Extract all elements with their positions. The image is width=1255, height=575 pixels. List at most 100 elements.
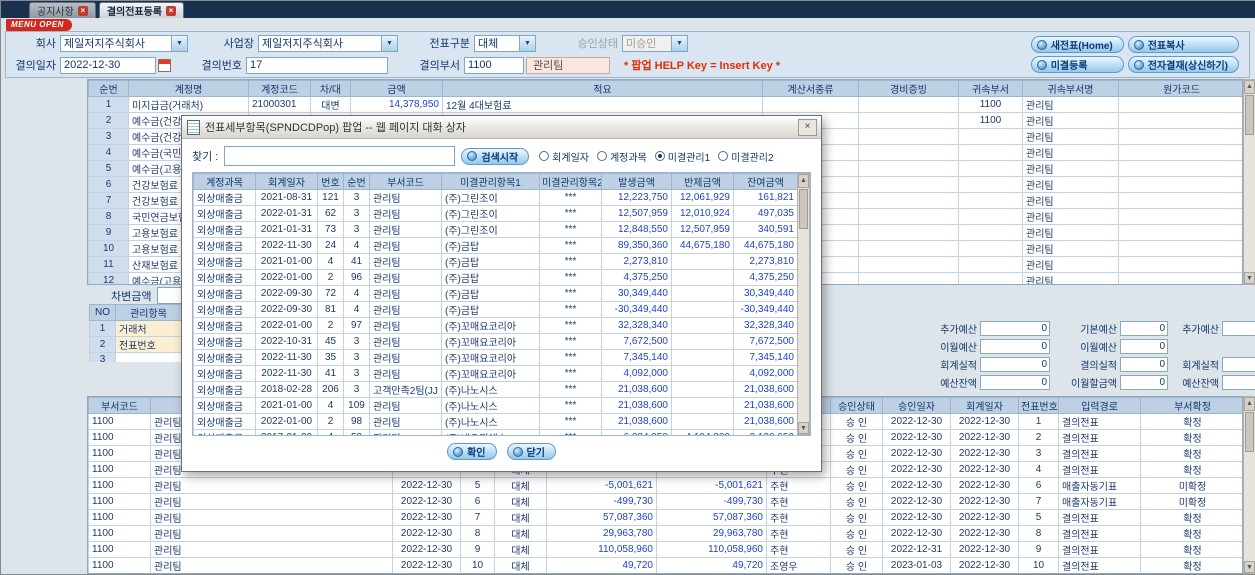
budget-field-input[interactable] (980, 339, 1050, 354)
grid-cell[interactable]: 1 (89, 320, 116, 337)
grid-row[interactable]: 외상매출금 2022-10-31 45 3 관리팀 (주)꼬매요코리아 *** 7,672,5… (193, 333, 798, 350)
grid-cell[interactable] (958, 176, 1023, 193)
tab-notice[interactable]: 공지사항 × (29, 2, 96, 18)
grid-cell[interactable]: 1100 (88, 477, 151, 494)
radio-button-icon[interactable] (718, 151, 729, 161)
grid-cell[interactable]: 30,349,440 (601, 285, 672, 302)
grid-cell[interactable]: *** (539, 253, 602, 270)
grid-cell[interactable]: (주)나노시스 (441, 381, 540, 398)
grid-cell[interactable]: 결의전표 (1058, 413, 1141, 430)
grid-cell[interactable]: 외상매출금 (193, 381, 256, 398)
grid-cell[interactable]: 관리팀 (150, 525, 393, 542)
grid-cell[interactable]: 12,848,550 (601, 221, 672, 238)
company-select[interactable]: 제일저지주식회사 ▼ (60, 34, 188, 52)
grid-cell[interactable]: 2022-12-30 (950, 413, 1019, 430)
grid-cell[interactable]: 4,375,250 (601, 269, 672, 286)
grid-cell[interactable]: 관리팀 (1022, 160, 1119, 177)
grid-cell[interactable] (958, 256, 1023, 273)
grid-cell[interactable]: *** (539, 349, 602, 366)
grid-cell[interactable]: 주현 (766, 477, 831, 494)
grid-cell[interactable]: 3 (1018, 445, 1059, 462)
grid-cell[interactable]: (주)꼬매요코리아 (441, 317, 540, 334)
grid-cell[interactable]: 2021-01-00 (255, 397, 318, 414)
grid-row[interactable]: 외상매출금2017-01-00458관리팀(주)네오피에스***6,324,95… (193, 429, 798, 435)
grid-cell[interactable] (657, 574, 767, 575)
grid-cell[interactable]: 2022-12-30 (882, 525, 951, 542)
grid-cell[interactable]: 관리팀 (369, 205, 442, 222)
grid-cell[interactable]: 89,350,360 (601, 237, 672, 254)
grid-cell[interactable]: 7,672,500 (601, 333, 672, 350)
grid-cell[interactable]: 2022-11-30 (255, 365, 318, 382)
grid-cell[interactable]: 9 (1018, 541, 1059, 558)
grid-cell[interactable]: 외상매출금 (193, 413, 256, 430)
grid-cell[interactable]: 44,675,180 (671, 237, 734, 254)
grid-cell[interactable]: 관리팀 (150, 493, 393, 510)
grid-cell[interactable]: 2022-12-30 (392, 493, 461, 510)
grid-cell[interactable]: 2022-10-31 (255, 333, 318, 350)
grid-cell[interactable]: 관리팀 (369, 253, 442, 270)
grid-cell[interactable]: 3 (343, 333, 370, 350)
grid-cell[interactable]: 주현 (766, 541, 831, 558)
grid-cell[interactable]: *** (539, 365, 602, 382)
copy-slip-button[interactable]: 전표복사 (1127, 36, 1239, 53)
grid-cell[interactable]: 9 (460, 541, 495, 558)
grid-cell[interactable]: 승 인 (830, 429, 883, 446)
grid-cell[interactable] (951, 574, 1019, 575)
grid-cell[interactable]: 32,328,340 (601, 317, 672, 334)
grid-cell[interactable]: 미확정 (1140, 477, 1242, 494)
grid-cell[interactable]: 12,507,959 (601, 205, 672, 222)
grid-cell[interactable] (767, 574, 831, 575)
grid-cell[interactable]: (주)그린조이 (441, 189, 540, 206)
budget-field-input[interactable] (980, 321, 1050, 336)
grid-cell[interactable]: 승 인 (830, 445, 883, 462)
grid-cell[interactable]: -5,001,621 (656, 477, 767, 494)
grid-cell[interactable]: 8 (88, 208, 129, 225)
grid-cell[interactable]: 58 (343, 429, 370, 435)
grid-cell[interactable]: 49,720 (546, 557, 657, 573)
scroll-thumb[interactable] (1245, 412, 1254, 452)
grid-row[interactable]: 외상매출금 2022-01-31 62 3 관리팀 (주)그린조이 *** 12,507,95… (193, 205, 798, 222)
grid-cell[interactable]: *** (539, 301, 602, 318)
grid-cell[interactable] (958, 208, 1023, 225)
grid-cell[interactable] (671, 381, 734, 398)
grid-cell[interactable] (1019, 574, 1059, 575)
grid-cell[interactable]: 외상매출금 (193, 301, 256, 318)
grid-cell[interactable]: 2022-12-30 (950, 429, 1019, 446)
grid-cell[interactable]: (주)나노시스 (441, 397, 540, 414)
grid-cell[interactable]: 4 (1018, 461, 1059, 478)
grid-cell[interactable]: 29,963,780 (656, 525, 767, 542)
tab-close-icon[interactable]: × (77, 5, 88, 16)
grid-cell[interactable] (1118, 144, 1242, 161)
grid-cell[interactable]: 1100 (89, 574, 151, 575)
grid-cell[interactable]: 2 (88, 112, 129, 129)
grid-cell[interactable]: 24 (317, 237, 344, 254)
grid-cell[interactable]: 관리팀 (1022, 96, 1119, 113)
grid-cell[interactable]: 7,345,140 (601, 349, 672, 366)
grid-cell[interactable]: (주)꼬매요코리아 (441, 333, 540, 350)
grid-cell[interactable]: 관리팀 (369, 413, 442, 430)
grid-cell[interactable]: 81 (317, 301, 344, 318)
grid-cell[interactable]: 고객만족2팀(JJ (369, 381, 442, 398)
grid-cell[interactable]: 10 (460, 557, 495, 573)
grid-cell[interactable]: 21,038,600 (601, 397, 672, 414)
grid-cell[interactable]: 관리팀 (369, 237, 442, 254)
budget-field-input[interactable] (1222, 321, 1255, 336)
grid-cell[interactable]: 관리팀 (1022, 240, 1119, 257)
grid-row[interactable]: 외상매출금 2021-01-31 73 3 관리팀 (주)그린조이 *** 12,848,55… (193, 221, 798, 238)
grid-cell[interactable]: 조영우 (766, 557, 831, 573)
grid-row[interactable]: 1100 관리팀 2022-12-30 9 대체 110,058,960 110,058,9… (88, 541, 1242, 558)
grid-cell[interactable]: 관리팀 (151, 574, 393, 575)
grid-cell[interactable]: 2022-12-30 (392, 525, 461, 542)
confirm-button[interactable]: 확인 (447, 443, 497, 460)
grid-cell[interactable]: 관리팀 (1022, 176, 1119, 193)
grid-cell[interactable]: 2022-09-30 (255, 301, 318, 318)
grid-cell[interactable]: (주)금탑 (441, 301, 540, 318)
grid-cell[interactable]: 5 (460, 477, 495, 494)
grid-cell[interactable]: 관리팀 (369, 317, 442, 334)
grid-cell[interactable]: 12 (88, 272, 129, 284)
grid-cell[interactable]: 대체 (494, 509, 547, 526)
grid-cell[interactable] (1118, 176, 1242, 193)
grid-cell[interactable]: 21000301 (248, 96, 311, 113)
grid-cell[interactable]: 확정 (1140, 541, 1242, 558)
grid-cell[interactable]: (주)금탑 (441, 285, 540, 302)
